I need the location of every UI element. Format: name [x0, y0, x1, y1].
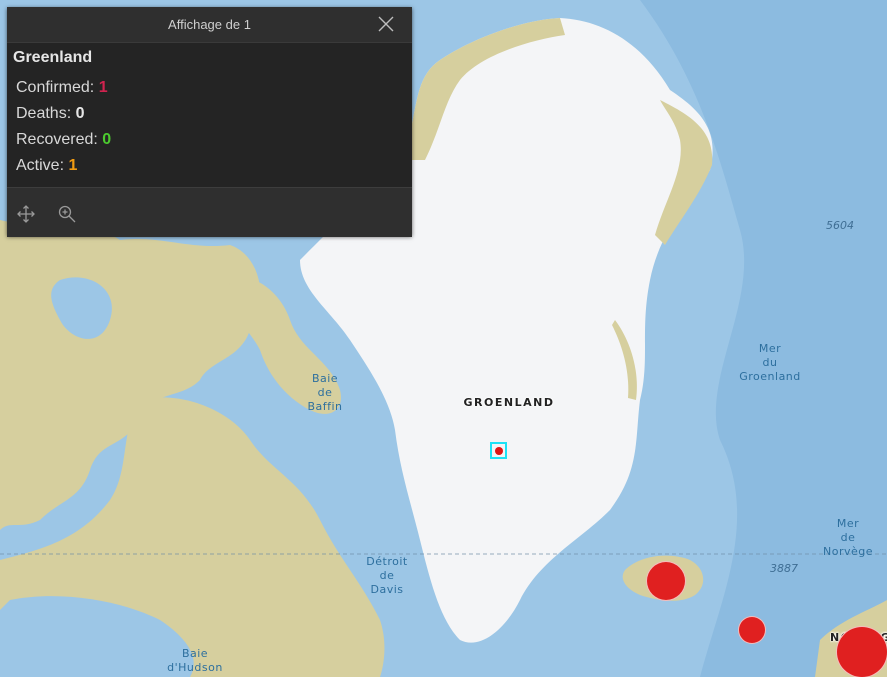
field-value-confirmed: 1 [98, 79, 108, 96]
field-active: Active: 1 [16, 157, 406, 175]
label-detroit-de-davis: Détroit de Davis [366, 555, 408, 596]
label-groenland: GROENLAND [463, 396, 555, 409]
field-deaths: Deaths: 0 [16, 105, 406, 123]
field-label: Recovered: [16, 131, 98, 148]
selected-feature-highlight[interactable] [490, 442, 507, 459]
case-marker-iceland[interactable] [646, 561, 686, 601]
field-label: Deaths: [16, 105, 72, 122]
label-mer-de-norvege: Mer de Norvège [822, 517, 873, 558]
label-baie-d-hudson: Baie d'Hudson [167, 647, 223, 674]
popup-body: Greenland Confirmed: 1 Deaths: 0 Recover… [7, 43, 412, 175]
field-value-recovered: 0 [102, 131, 112, 148]
field-value-active: 1 [68, 157, 78, 174]
field-value-deaths: 0 [75, 105, 85, 122]
popup-header-title: Affichage de 1 [168, 17, 251, 32]
field-confirmed: Confirmed: 1 [16, 79, 406, 97]
label-depth-3887: 3887 [770, 562, 798, 575]
close-icon[interactable] [378, 16, 394, 32]
label-baie-de-baffin: Baie de Baffin [307, 372, 343, 413]
field-recovered: Recovered: 0 [16, 131, 406, 149]
popup-actions [7, 187, 412, 237]
case-marker-norway[interactable] [836, 626, 887, 677]
field-label: Confirmed: [16, 79, 95, 96]
move-icon[interactable] [17, 205, 35, 223]
case-marker-faroe[interactable] [738, 616, 766, 644]
popup-header: Affichage de 1 [7, 7, 412, 43]
case-marker-greenland[interactable] [495, 447, 503, 455]
field-label: Active: [16, 157, 65, 174]
feature-title: Greenland [13, 49, 93, 66]
label-depth-5604: 5604 [826, 219, 854, 232]
zoom-to-icon[interactable] [58, 205, 76, 223]
label-mer-du-groenland: Mer du Groenland [739, 342, 801, 383]
feature-popup: Affichage de 1 Greenland Confirmed: 1 De… [7, 7, 412, 237]
